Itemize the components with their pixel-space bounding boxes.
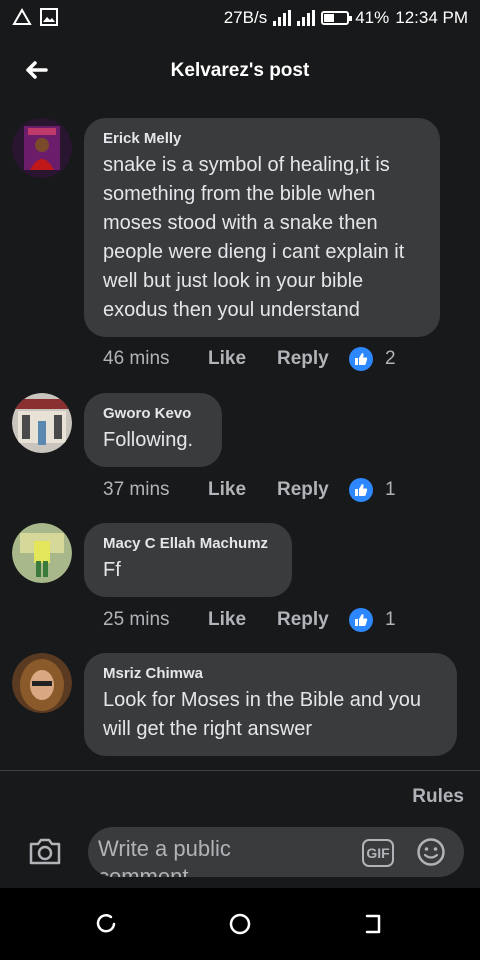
comment-bubble[interactable]: Macy C Ellah Machumz Ff [84, 523, 292, 597]
reply-button[interactable]: Reply [277, 609, 349, 631]
emoji-icon[interactable] [416, 837, 446, 867]
battery-percent: 41% [355, 8, 390, 27]
comment-text: snake is a symbol of healing,it is somet… [103, 154, 405, 321]
avatar[interactable] [12, 523, 72, 583]
comment-author[interactable]: Macy C Ellah Machumz [103, 535, 272, 552]
back-nav-icon[interactable] [362, 912, 386, 936]
comment-text: Look for Moses in the Bible and you will… [103, 689, 421, 740]
reply-button[interactable]: Reply [277, 348, 349, 370]
thumbs-up-icon[interactable] [349, 478, 373, 502]
comment-text: Ff [103, 559, 121, 581]
comment-text: Following. [103, 429, 194, 451]
gif-button[interactable]: GIF [362, 839, 394, 867]
comment-composer: Write a public comment GIF [0, 818, 480, 888]
comment-time[interactable]: 37 mins [103, 479, 208, 501]
comment-input-placeholder: Write a public comment [98, 836, 231, 877]
comment-actions: 46 mins Like Reply 2 [103, 347, 396, 371]
comment-actions: 25 mins Like Reply 1 [103, 608, 396, 632]
navigation-bar [0, 888, 480, 960]
status-bar: 27B/s 41% 12:34 PM [0, 0, 480, 36]
battery-icon [321, 11, 353, 25]
comment-bubble[interactable]: Gworo Kevo Following. [84, 393, 222, 467]
comment-bubble[interactable]: Erick Melly snake is a symbol of healing… [84, 118, 440, 337]
signal-icon [273, 10, 292, 26]
avatar[interactable] [12, 653, 72, 713]
reaction-count[interactable]: 1 [385, 609, 396, 631]
camera-icon[interactable] [28, 836, 62, 866]
comment-time[interactable]: 25 mins [103, 609, 208, 631]
alert-icon [12, 8, 32, 25]
like-button[interactable]: Like [208, 479, 277, 501]
reaction-count[interactable]: 2 [385, 348, 396, 370]
page-title: Kelvarez's post [170, 60, 310, 81]
comment-author[interactable]: Msriz Chimwa [103, 665, 437, 682]
avatar[interactable] [12, 118, 72, 178]
reply-button[interactable]: Reply [277, 479, 349, 501]
like-button[interactable]: Like [208, 348, 277, 370]
comment-bubble[interactable]: Msriz Chimwa Look for Moses in the Bible… [84, 653, 457, 756]
comment-actions: 37 mins Like Reply 1 [103, 478, 396, 502]
thumbs-up-icon[interactable] [349, 347, 373, 371]
thumbs-up-icon[interactable] [349, 608, 373, 632]
recent-apps-icon[interactable] [95, 912, 119, 936]
divider [0, 770, 480, 771]
comment-input[interactable]: Write a public comment GIF [88, 827, 464, 877]
comment-author[interactable]: Erick Melly [103, 130, 420, 147]
reaction-count[interactable]: 1 [385, 479, 396, 501]
home-icon[interactable] [228, 912, 252, 936]
avatar[interactable] [12, 393, 72, 453]
clock: 12:34 PM [395, 8, 468, 27]
like-button[interactable]: Like [208, 609, 277, 631]
network-speed: 27B/s [223, 8, 268, 27]
image-icon [40, 8, 58, 26]
signal-icon-2 [297, 10, 316, 26]
comment-time[interactable]: 46 mins [103, 348, 208, 370]
post-header: Kelvarez's post [0, 36, 480, 106]
rules-link[interactable]: Rules [412, 786, 464, 808]
comment-author[interactable]: Gworo Kevo [103, 405, 202, 422]
